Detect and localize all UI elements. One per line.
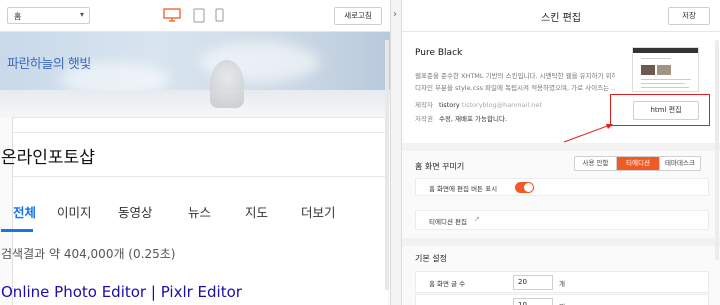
edit-button-toggle-row: 홈 화면에 편집 버튼 표시 <box>415 178 709 196</box>
preview-pane: 홈 ▾ 새로고침 파란하늘의 햇빛 온라인포토샵 전체 이미지 동영상 뉴스 지 <box>0 0 390 305</box>
mode-tab-none[interactable]: 사용 안함 <box>575 157 617 170</box>
setting-row: 10 개 <box>415 294 709 305</box>
blog-title[interactable]: 파란하늘의 햇빛 <box>7 53 91 72</box>
editor-header: 스킨 편집 저장 <box>402 0 720 32</box>
skin-copyright-row: 저작권 수정, 재배포 가능합니다. <box>415 113 507 123</box>
search-query: 온라인포토샵 <box>1 148 95 168</box>
search-tab-more: 더보기 <box>301 205 336 220</box>
search-tab-maps: 지도 <box>245 205 269 220</box>
skin-description-line: 디자인 부분을 style.css 파일에 독립시켜 적용하였으며, 가로 사이… <box>415 84 615 92</box>
search-tab-images: 이미지 <box>57 205 92 220</box>
page-select-value: 홈 <box>14 12 22 21</box>
post-count-input[interactable]: 20 <box>513 275 553 290</box>
skin-name: Pure Black <box>415 48 463 58</box>
setting-input[interactable]: 10 <box>513 298 553 305</box>
result-count: 검색결과 약 404,000개 (0.25초) <box>1 247 176 261</box>
preview-toolbar: 홈 ▾ 새로고침 <box>0 0 390 32</box>
desktop-icon[interactable] <box>163 8 181 24</box>
post-count-row: 홈 화면 글 수 20 개 <box>415 271 709 293</box>
skin-editor-panel: 스킨 편집 저장 Pure Black 웹표준을 준수한 XHTML 기반의 스… <box>402 0 720 305</box>
save-button[interactable]: 저장 <box>668 7 710 25</box>
author-name: tistory <box>438 101 460 109</box>
active-tab-underline <box>1 229 33 232</box>
copyright-value: 수정, 재배포 가능합니다. <box>438 115 508 123</box>
skin-info-card: Pure Black 웹표준을 준수한 XHTML 기반의 스킨입니다. 시맨틱… <box>402 33 720 143</box>
toggle-label: 홈 화면에 편집 버튼 표시 <box>429 185 498 193</box>
tedition-edit-link[interactable]: 티에디션 편집 <box>429 216 467 226</box>
copyright-label: 저작권 <box>415 115 433 123</box>
annotation-arrow-icon <box>563 124 613 143</box>
search-tab-all: 전체 <box>13 205 37 220</box>
chevron-right-icon: › <box>393 9 397 20</box>
embedded-search-screenshot: 온라인포토샵 전체 이미지 동영상 뉴스 지도 더보기 검색결과 약 404,0… <box>1 117 389 305</box>
page-select[interactable]: 홈 ▾ <box>7 7 90 24</box>
setting-unit: 개 <box>559 301 565 305</box>
editor-scrollbar[interactable] <box>715 40 719 260</box>
post-count-unit: 개 <box>559 280 565 288</box>
decorative-figure <box>210 60 244 108</box>
author-email: tistoryblog@hanmail.net <box>461 101 542 109</box>
mobile-icon[interactable] <box>215 8 224 25</box>
preview-scrollbar[interactable] <box>385 40 389 290</box>
mode-tab-tedition[interactable]: 티에디션 <box>617 157 660 170</box>
skin-description: 웹표준을 준수한 XHTML 기반의 스킨입니다. 시맨틱한 웹을 유지하기 위… <box>415 70 615 94</box>
home-customize-section: 홈 화면 꾸미기 사용 안함 티에디션 테마데스크 홈 화면에 편집 버튼 표시… <box>402 143 720 238</box>
mode-tab-themedesk[interactable]: 테마데스크 <box>660 157 700 170</box>
skin-description-line: 웹표준을 준수한 XHTML 기반의 스킨입니다. 시맨틱한 웹을 유지하기 위… <box>415 72 615 80</box>
search-box: 온라인포토샵 <box>1 132 389 177</box>
search-tab-videos: 동영상 <box>118 205 153 220</box>
home-section-title: 홈 화면 꾸미기 <box>415 162 465 171</box>
home-mode-tabs: 사용 안함 티에디션 테마데스크 <box>574 156 701 171</box>
refresh-button[interactable]: 새로고침 <box>334 7 382 25</box>
result-title-link: Online Photo Editor | Pixlr Editor <box>1 283 242 301</box>
tedition-edit-row[interactable]: 티에디션 편집 ↗ <box>415 210 709 230</box>
blog-header: 파란하늘의 햇빛 <box>0 32 390 90</box>
basic-section-title: 기본 설정 <box>415 254 447 263</box>
search-tabs: 전체 이미지 동영상 뉴스 지도 더보기 <box>1 202 389 232</box>
skin-thumbnail <box>632 47 699 92</box>
post-count-label: 홈 화면 글 수 <box>429 280 466 288</box>
basic-settings-section: 기본 설정 홈 화면 글 수 20 개 10 개 <box>402 238 720 305</box>
skin-author-row: 제작자 tistory tistoryblog@hanmail.net <box>415 99 542 109</box>
collapse-panel-bar[interactable]: › <box>390 0 402 305</box>
search-tab-news: 뉴스 <box>188 205 212 220</box>
chevron-down-icon: ▾ <box>79 10 84 19</box>
tablet-icon[interactable] <box>193 8 205 25</box>
external-link-icon: ↗ <box>474 215 480 223</box>
edit-button-toggle[interactable] <box>515 182 534 193</box>
html-edit-button[interactable]: html 편집 <box>633 101 699 120</box>
author-label: 제작자 <box>415 101 433 109</box>
